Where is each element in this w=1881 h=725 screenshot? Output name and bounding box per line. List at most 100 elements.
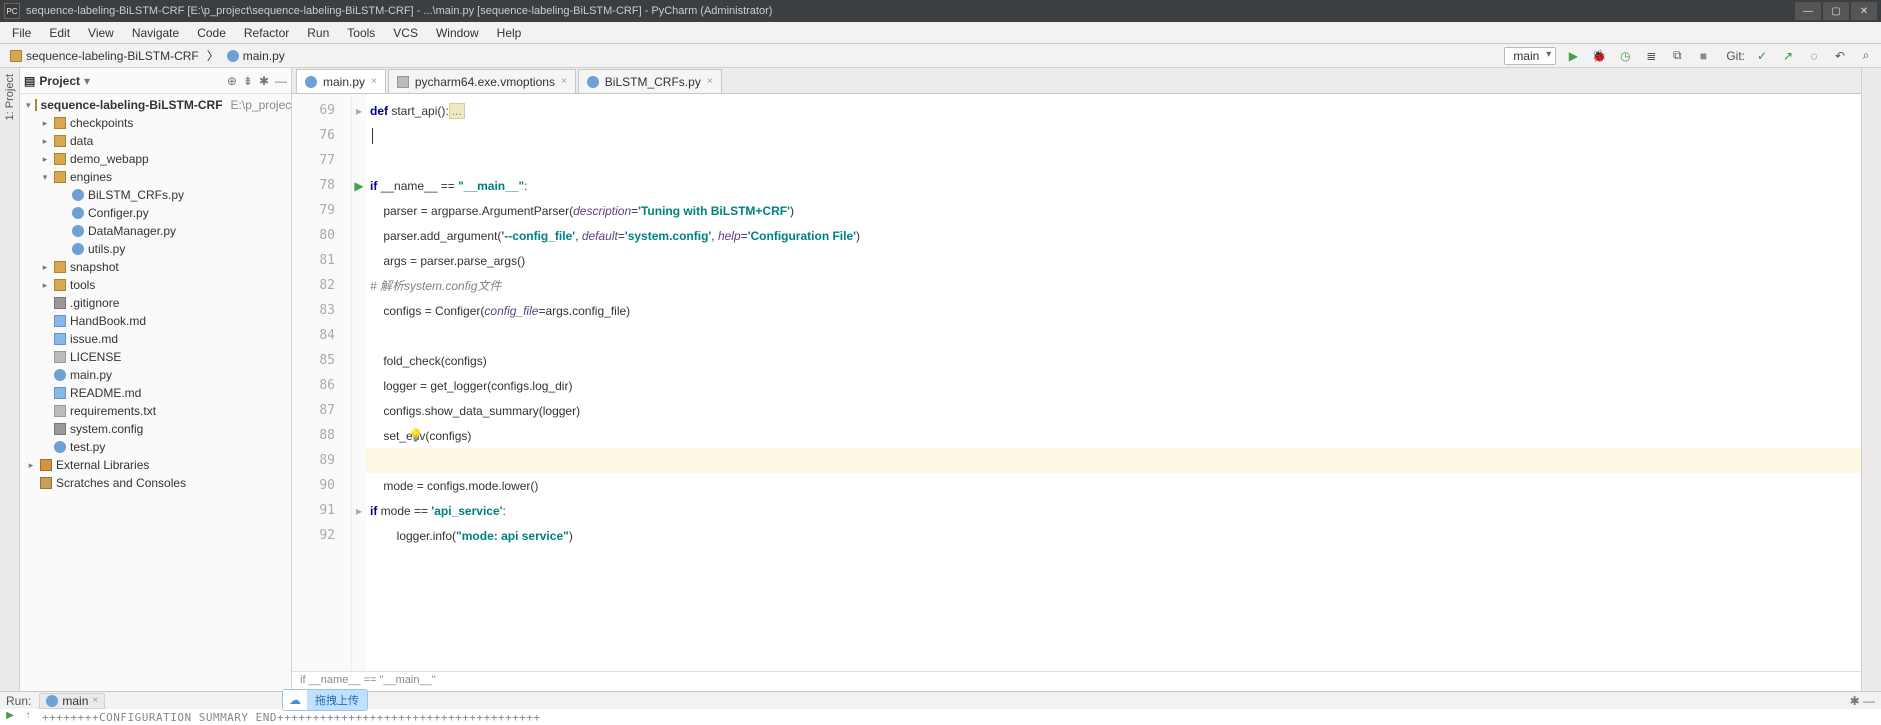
coverage-button[interactable]: ◷ (1616, 47, 1634, 65)
run-line-icon[interactable]: ▶ (354, 179, 363, 193)
collapse-all-icon[interactable]: ⇟ (243, 74, 253, 88)
folder-icon (10, 50, 22, 62)
tree-item-demo-webapp[interactable]: ▸demo_webapp (20, 150, 291, 168)
editor-breadcrumb[interactable]: if __name__ == "__main__" (292, 671, 1861, 691)
console-output[interactable]: ++++++++CONFIGURATION SUMMARY END+++++++… (0, 709, 1881, 725)
code-line-85[interactable]: fold_check(configs) (366, 348, 1861, 373)
code-line-78[interactable]: if __name__ == "__main__": (366, 173, 1861, 198)
editor-tab-BiLSTM-CRFs-py[interactable]: BiLSTM_CRFs.py× (578, 69, 722, 93)
tree-item-snapshot[interactable]: ▸snapshot (20, 258, 291, 276)
menu-vcs[interactable]: VCS (385, 24, 426, 42)
vcs-commit-button[interactable]: ↗ (1779, 47, 1797, 65)
tree-root[interactable]: ▾ sequence-labeling-BiLSTM-CRF E:\p_proj… (20, 96, 291, 114)
tree-item-utils-py[interactable]: utils.py (20, 240, 291, 258)
vcs-update-button[interactable]: ✓ (1753, 47, 1771, 65)
tree-item-tools[interactable]: ▸tools (20, 276, 291, 294)
code-line-83[interactable]: configs = Configer(config_file=args.conf… (366, 298, 1861, 323)
close-tab-icon[interactable]: × (707, 76, 713, 87)
code-line-87[interactable]: configs.show_data_summary(logger) (366, 398, 1861, 423)
project-tool-tab[interactable]: 1: Project (4, 68, 16, 126)
tree-item-BiLSTM-CRFs-py[interactable]: BiLSTM_CRFs.py (20, 186, 291, 204)
tree-item-data[interactable]: ▸data (20, 132, 291, 150)
menu-code[interactable]: Code (189, 24, 234, 42)
tree-item-checkpoints[interactable]: ▸checkpoints (20, 114, 291, 132)
menu-help[interactable]: Help (489, 24, 530, 42)
tree-item-issue-md[interactable]: issue.md (20, 330, 291, 348)
concurrency-button[interactable]: ⧉ (1668, 47, 1686, 65)
settings-icon[interactable]: ✱ (259, 74, 269, 88)
cloud-upload-widget[interactable]: ☁ 拖拽上传 (282, 689, 368, 711)
tree-item-test-py[interactable]: test.py (20, 438, 291, 456)
tree-item-requirements-txt[interactable]: requirements.txt (20, 402, 291, 420)
close-tab-icon[interactable]: × (561, 76, 567, 87)
tree-external-libraries[interactable]: ▸ External Libraries (20, 456, 291, 474)
code-column[interactable]: def start_api():... if __name__ == "__ma… (366, 94, 1861, 671)
tree-item-main-py[interactable]: main.py (20, 366, 291, 384)
menu-navigate[interactable]: Navigate (124, 24, 187, 42)
fold-icon[interactable]: ▸ (356, 104, 362, 118)
code-line-84[interactable] (366, 323, 1861, 348)
code-line-69[interactable]: def start_api():... (366, 98, 1861, 123)
fold-icon[interactable]: ▸ (356, 504, 362, 518)
code-line-79[interactable]: parser = argparse.ArgumentParser(descrip… (366, 198, 1861, 223)
right-tool-stripe (1861, 68, 1881, 691)
rerun-button[interactable]: ▶ (2, 707, 18, 723)
code-line-88[interactable]: 💡 set_env(configs) (366, 423, 1861, 448)
code-line-77[interactable] (366, 148, 1861, 173)
breadcrumb-file[interactable]: main.py (223, 48, 289, 64)
menu-refactor[interactable]: Refactor (236, 24, 297, 42)
code-line-81[interactable]: args = parser.parse_args() (366, 248, 1861, 273)
run-tool-settings-icon[interactable]: ✱ — (1850, 694, 1875, 708)
editor-tabs: main.py×pycharm64.exe.vmoptions×BiLSTM_C… (292, 68, 1861, 94)
menu-run[interactable]: Run (299, 24, 337, 42)
hide-icon[interactable]: — (275, 74, 287, 88)
run-button[interactable]: ▶ (1564, 47, 1582, 65)
debug-button[interactable]: 🐞 (1590, 47, 1608, 65)
code-editor[interactable]: 697677787980818283848586878889909192 ▸▶▸… (292, 94, 1861, 671)
close-button[interactable]: ✕ (1851, 2, 1877, 20)
file-icon (397, 76, 409, 88)
run-tool-tab[interactable]: main × (39, 693, 105, 709)
stop-console-button[interactable]: ↑ (20, 707, 36, 723)
search-button[interactable]: ⌕ (1857, 47, 1875, 65)
code-line-86[interactable]: logger = get_logger(configs.log_dir) (366, 373, 1861, 398)
close-tab-icon[interactable]: × (371, 76, 377, 87)
vcs-history-button[interactable]: ◌ (1805, 47, 1823, 65)
editor-tab-pycharm64-exe-vmoptions[interactable]: pycharm64.exe.vmoptions× (388, 69, 576, 93)
tree-item-README-md[interactable]: README.md (20, 384, 291, 402)
tree-item-Configer-py[interactable]: Configer.py (20, 204, 291, 222)
intention-bulb-icon[interactable]: 💡 (408, 428, 424, 444)
code-line-89[interactable] (366, 448, 1861, 473)
tree-scratches[interactable]: Scratches and Consoles (20, 474, 291, 492)
maximize-button[interactable]: ▢ (1823, 2, 1849, 20)
menu-edit[interactable]: Edit (41, 24, 78, 42)
breadcrumb-project[interactable]: sequence-labeling-BiLSTM-CRF (6, 48, 203, 64)
code-line-80[interactable]: parser.add_argument('--config_file', def… (366, 223, 1861, 248)
tree-item-engines[interactable]: ▾engines (20, 168, 291, 186)
project-tree[interactable]: ▾ sequence-labeling-BiLSTM-CRF E:\p_proj… (20, 94, 291, 691)
tree-item-HandBook-md[interactable]: HandBook.md (20, 312, 291, 330)
code-line-90[interactable]: mode = configs.mode.lower() (366, 473, 1861, 498)
tree-item-LICENSE[interactable]: LICENSE (20, 348, 291, 366)
code-line-92[interactable]: logger.info("mode: api service") (366, 523, 1861, 548)
minimize-button[interactable]: — (1795, 2, 1821, 20)
menu-view[interactable]: View (80, 24, 122, 42)
py-icon (72, 189, 84, 201)
tree-item-DataManager-py[interactable]: DataManager.py (20, 222, 291, 240)
stop-button[interactable]: ■ (1694, 47, 1712, 65)
editor-tab-main-py[interactable]: main.py× (296, 69, 386, 93)
locate-icon[interactable]: ⊕ (227, 74, 237, 88)
vcs-revert-button[interactable]: ↶ (1831, 47, 1849, 65)
run-config-selector[interactable]: main (1504, 47, 1556, 65)
menu-window[interactable]: Window (428, 24, 487, 42)
code-line-76[interactable] (366, 123, 1861, 148)
menu-file[interactable]: File (4, 24, 39, 42)
run-gutter[interactable]: ▸ ▶ ▸ (352, 94, 366, 671)
code-line-91[interactable]: if mode == 'api_service': (366, 498, 1861, 523)
tree-item--gitignore[interactable]: .gitignore (20, 294, 291, 312)
menu-tools[interactable]: Tools (339, 24, 383, 42)
code-line-82[interactable]: # 解析system.config文件 (366, 273, 1861, 298)
tree-item-system-config[interactable]: system.config (20, 420, 291, 438)
profile-button[interactable]: ≣ (1642, 47, 1660, 65)
project-panel-title[interactable]: ▤Project▾ (24, 74, 227, 88)
